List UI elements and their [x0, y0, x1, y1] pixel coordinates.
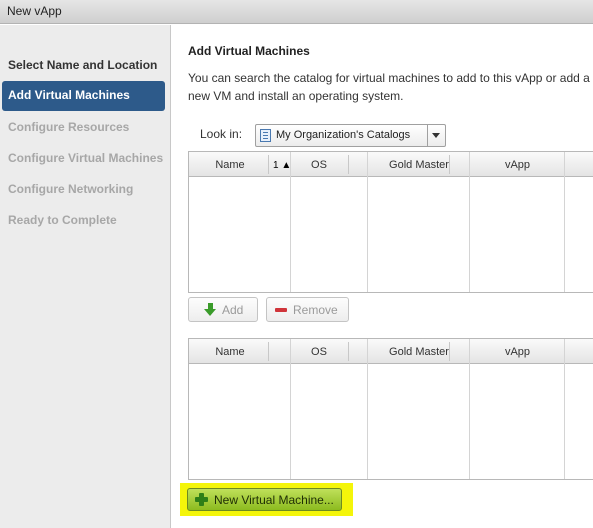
look-in-label: Look in: — [200, 127, 243, 141]
column-header-name[interactable]: Name — [189, 346, 271, 358]
green-plus-icon — [195, 493, 208, 506]
look-in-selected-value: My Organization's Catalogs — [276, 129, 411, 141]
sort-ascending-indicator[interactable]: 1 ▲ — [273, 160, 291, 171]
window-titlebar: New vApp — [0, 0, 593, 24]
column-line — [367, 339, 368, 479]
column-line — [564, 152, 565, 292]
window-title: New vApp — [7, 4, 62, 18]
column-header-os[interactable]: OS — [291, 159, 347, 171]
column-header-gold-master[interactable]: Gold Master — [368, 159, 470, 171]
column-divider[interactable] — [449, 342, 450, 361]
remove-button-label: Remove — [293, 303, 338, 317]
remove-button[interactable]: Remove — [266, 297, 349, 322]
catalog-vm-table[interactable]: Name 1 ▲ OS Gold Master vApp — [188, 151, 593, 293]
column-divider[interactable] — [268, 342, 269, 361]
column-line — [469, 152, 470, 292]
column-header-name[interactable]: Name — [189, 159, 271, 171]
step-select-name-location[interactable]: Select Name and Location — [8, 58, 157, 72]
column-divider[interactable] — [268, 155, 269, 174]
catalog-icon — [260, 129, 271, 142]
page-title: Add Virtual Machines — [188, 44, 310, 58]
column-divider[interactable] — [348, 342, 349, 361]
column-header-gold-master[interactable]: Gold Master — [368, 346, 470, 358]
wizard-steps-sidebar: Select Name and Location Add Virtual Mac… — [0, 25, 171, 528]
add-button-label: Add — [222, 303, 244, 317]
selected-table-header: Name OS Gold Master vApp — [189, 339, 593, 364]
column-line — [469, 339, 470, 479]
selected-vm-table[interactable]: Name OS Gold Master vApp — [188, 338, 593, 480]
column-line — [564, 339, 565, 479]
description-line-2: new VM and install an operating system. — [188, 89, 404, 103]
description-line-1: You can search the catalog for virtual m… — [188, 71, 590, 85]
add-button[interactable]: Add — [188, 297, 258, 322]
step-configure-virtual-machines: Configure Virtual Machines — [8, 151, 164, 165]
step-configure-networking: Configure Networking — [8, 182, 134, 196]
step-configure-resources: Configure Resources — [8, 120, 130, 134]
new-virtual-machine-label: New Virtual Machine... — [214, 493, 334, 507]
column-line — [367, 152, 368, 292]
catalog-table-header: Name 1 ▲ OS Gold Master vApp — [189, 152, 593, 177]
look-in-dropdown[interactable]: My Organization's Catalogs — [255, 124, 446, 147]
step-add-virtual-machines[interactable]: Add Virtual Machines — [2, 81, 165, 111]
column-divider[interactable] — [348, 155, 349, 174]
column-header-os[interactable]: OS — [291, 346, 347, 358]
chevron-down-icon[interactable] — [427, 125, 445, 146]
column-divider[interactable] — [449, 155, 450, 174]
page-description: You can search the catalog for virtual m… — [188, 69, 593, 105]
red-minus-icon — [275, 308, 287, 312]
column-header-vapp[interactable]: vApp — [470, 159, 565, 171]
step-ready-to-complete: Ready to Complete — [8, 213, 117, 227]
new-virtual-machine-button[interactable]: New Virtual Machine... — [187, 488, 342, 511]
column-line — [290, 152, 291, 292]
column-line — [290, 339, 291, 479]
main-panel: Add Virtual Machines You can search the … — [172, 25, 593, 528]
green-down-arrow-icon — [204, 303, 216, 316]
column-header-vapp[interactable]: vApp — [470, 346, 565, 358]
